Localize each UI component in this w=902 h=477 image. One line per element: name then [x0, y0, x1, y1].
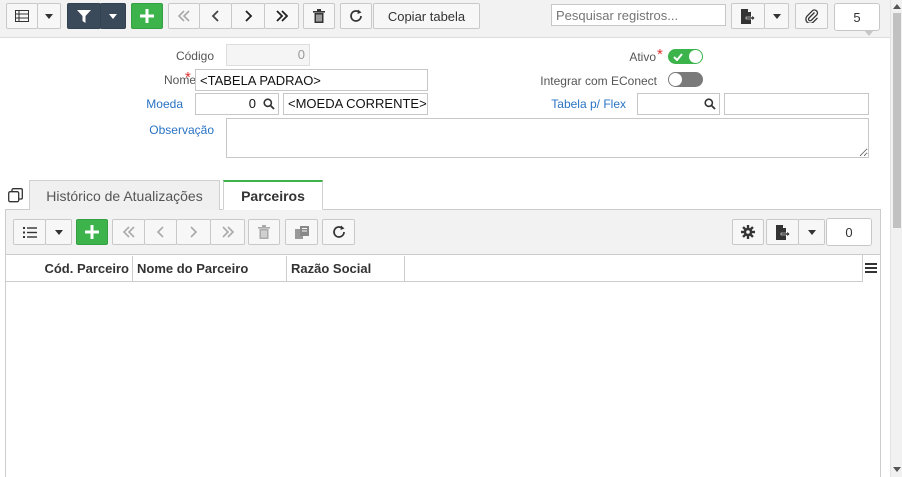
file-export-icon [775, 224, 790, 240]
grid-next-button[interactable] [176, 219, 211, 245]
grid-duplicate-button[interactable] [285, 219, 318, 245]
econect-toggle[interactable] [668, 72, 703, 87]
observacao-label: Observação [149, 123, 214, 137]
grid-view-dropdown-button[interactable] [45, 219, 72, 245]
filter-icon [77, 9, 91, 23]
grid-delete-button[interactable] [248, 219, 280, 245]
moeda-name-field: <MOEDA CORRENTE> [283, 93, 428, 115]
plus-icon [140, 9, 154, 23]
trash-icon [313, 9, 325, 23]
column-header-razao-social[interactable]: Razão Social [287, 256, 405, 281]
moeda-search-icon[interactable] [263, 98, 275, 110]
caret-down-icon [109, 13, 117, 19]
grid-body [6, 282, 880, 477]
refresh-icon [332, 225, 345, 238]
caret-down-icon [807, 229, 816, 235]
double-chevron-left-icon [177, 10, 190, 22]
scroll-up-arrow-icon[interactable] [893, 4, 901, 9]
search-input[interactable] [551, 4, 726, 26]
column-header-cod-parceiro[interactable]: Cód. Parceiro [6, 256, 133, 281]
column-header-nome-parceiro[interactable]: Nome do Parceiro [133, 256, 287, 281]
chevron-right-icon [244, 10, 252, 22]
toggle-knob [669, 73, 682, 86]
export-button[interactable] [731, 3, 765, 29]
nome-field[interactable] [195, 69, 428, 91]
grid-add-button[interactable] [76, 219, 108, 245]
tab-parceiros[interactable]: Parceiros [223, 180, 323, 210]
econect-label: Integrar com EConect [540, 74, 657, 88]
grid-last-button[interactable] [210, 219, 245, 245]
last-record-button[interactable] [264, 3, 299, 29]
delete-button[interactable] [303, 3, 335, 29]
grid-export-button[interactable] [766, 219, 799, 245]
count-pointer [864, 30, 874, 36]
codigo-field: 0 [226, 44, 310, 66]
ativo-toggle[interactable] [668, 49, 703, 64]
chevron-left-icon [156, 226, 164, 238]
tab-historico[interactable]: Histórico de Atualizações [29, 180, 220, 210]
attachment-button[interactable] [795, 3, 828, 29]
ativo-label: Ativo [629, 50, 656, 64]
refresh-button[interactable] [340, 3, 372, 29]
grid-view-button[interactable] [6, 3, 38, 29]
export-dropdown-button[interactable] [764, 3, 789, 29]
filter-button[interactable] [67, 3, 101, 29]
paperclip-icon [804, 9, 818, 23]
codigo-label: Código [175, 49, 214, 63]
grid-export-dropdown-button[interactable] [798, 219, 825, 245]
observacao-field[interactable] [226, 118, 869, 158]
flex-description-field[interactable] [724, 93, 869, 115]
plus-icon [85, 225, 99, 239]
grid-view-icon [15, 10, 29, 22]
scrollbar-thumb[interactable] [893, 13, 901, 228]
flex-label[interactable]: Tabela p/ Flex [530, 97, 626, 111]
grid-previous-button[interactable] [144, 219, 177, 245]
grid-refresh-button[interactable] [322, 219, 355, 245]
previous-record-button[interactable] [199, 3, 232, 29]
caret-down-icon [54, 229, 63, 235]
list-icon [22, 226, 37, 238]
double-chevron-right-icon [221, 226, 234, 238]
grid-list-view-button[interactable] [13, 219, 46, 245]
vertical-scrollbar[interactable] [890, 0, 902, 477]
add-button[interactable] [131, 3, 163, 29]
ativo-required-mark: * [657, 46, 663, 63]
caret-down-icon [45, 13, 53, 19]
file-export-icon [741, 8, 755, 24]
column-menu-icon[interactable] [865, 263, 877, 273]
duplicate-icon [294, 225, 309, 239]
filter-dropdown-button[interactable] [100, 3, 126, 29]
record-count-badge: 5 [834, 3, 880, 31]
moeda-label[interactable]: Moeda [130, 97, 183, 111]
trash-icon [258, 225, 270, 239]
view-dropdown-button[interactable] [37, 3, 61, 29]
grid-record-count-badge: 0 [826, 218, 872, 246]
copy-table-button[interactable]: Copiar tabela [373, 3, 480, 29]
nome-required-mark: * [185, 69, 191, 86]
chevron-right-icon [190, 226, 198, 238]
chevron-left-icon [211, 10, 219, 22]
double-chevron-left-icon [122, 226, 135, 238]
next-record-button[interactable] [231, 3, 265, 29]
copy-tabs-icon[interactable] [8, 188, 23, 203]
refresh-icon [350, 9, 362, 22]
scroll-down-arrow-icon[interactable] [893, 467, 901, 472]
double-chevron-right-icon [275, 10, 288, 22]
grid-first-button[interactable] [112, 219, 145, 245]
first-record-button[interactable] [168, 3, 200, 29]
gear-icon [741, 225, 755, 239]
check-icon [673, 52, 683, 61]
nome-label-text: Nome [163, 73, 196, 87]
flex-search-icon[interactable] [704, 98, 716, 110]
grid-header-divider [862, 255, 863, 285]
toggle-knob [689, 50, 702, 63]
grid-settings-button[interactable] [732, 219, 764, 245]
caret-down-icon [772, 13, 781, 19]
